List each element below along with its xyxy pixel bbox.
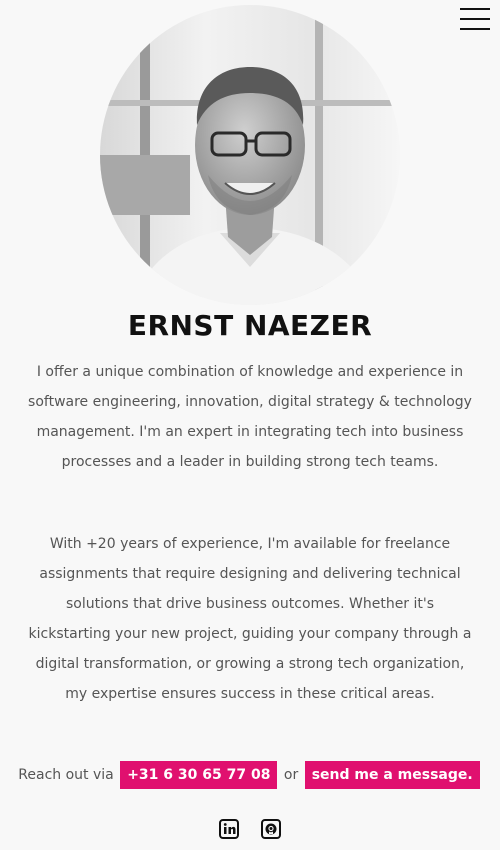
github-icon[interactable] xyxy=(260,818,282,840)
hamburger-menu-icon[interactable] xyxy=(460,6,490,32)
bio-paragraph-1: I offer a unique combination of knowledg… xyxy=(28,364,472,470)
linkedin-icon[interactable] xyxy=(218,818,240,840)
bio-paragraph-2: With +20 years of experience, I'm availa… xyxy=(28,536,472,702)
send-message-link[interactable]: send me a message. xyxy=(304,761,480,789)
contact-connector: or xyxy=(283,767,299,783)
page: ERNST NAEZER I offer a unique combinatio… xyxy=(0,0,500,850)
contact-prefix: Reach out via xyxy=(18,767,114,783)
profile-photo xyxy=(100,5,400,305)
contact-line: Reach out via +31 6 30 65 77 08 or send … xyxy=(0,760,500,790)
social-links xyxy=(0,818,500,840)
phone-link[interactable]: +31 6 30 65 77 08 xyxy=(120,761,278,789)
profile-name: ERNST NAEZER xyxy=(127,309,373,342)
